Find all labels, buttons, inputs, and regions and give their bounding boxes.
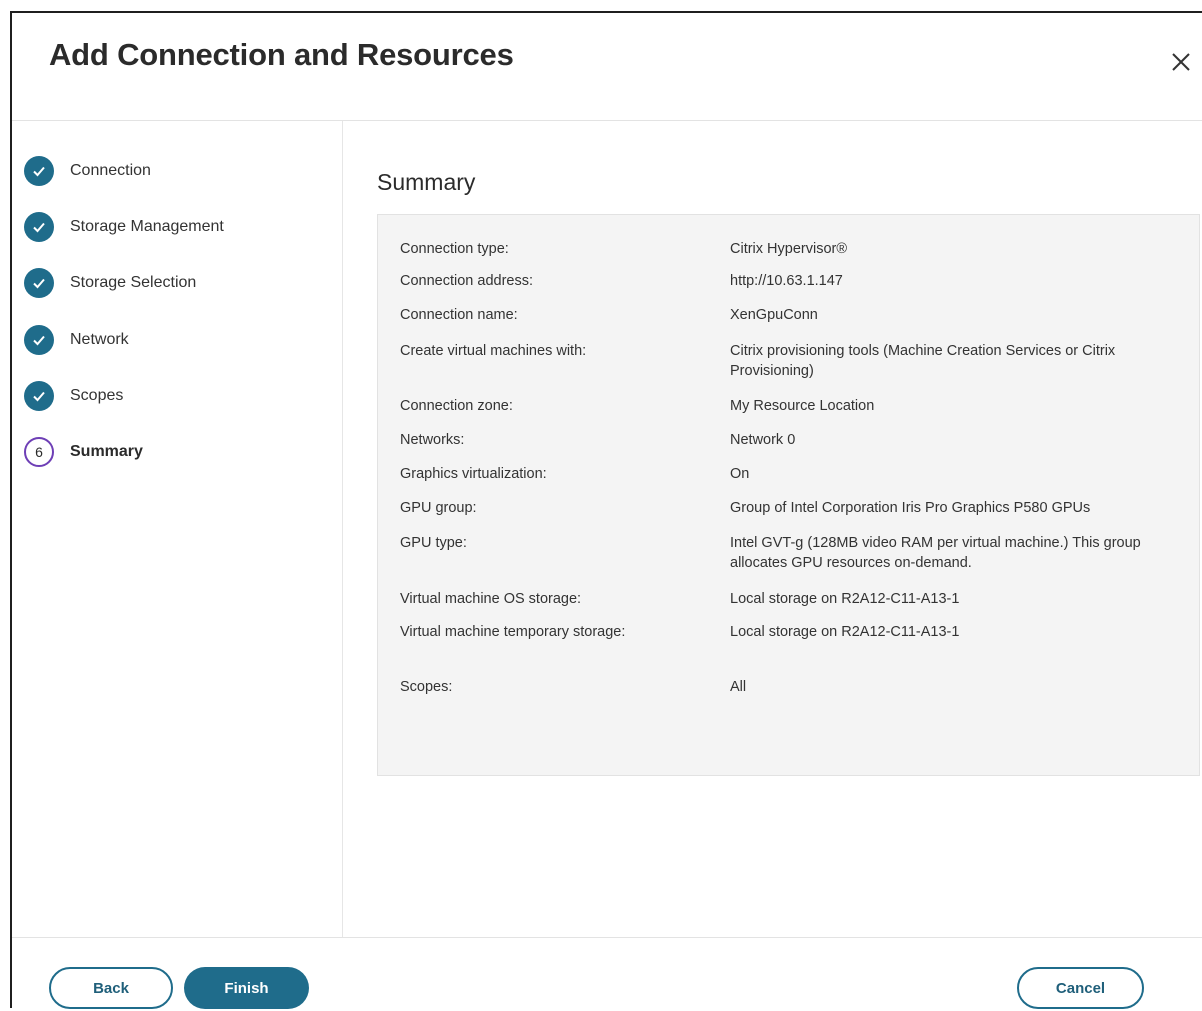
- step-summary[interactable]: 6 Summary: [24, 437, 143, 467]
- summary-key: Connection type:: [400, 241, 509, 257]
- dialog-title: Add Connection and Resources: [49, 37, 514, 72]
- back-button[interactable]: Back: [49, 967, 173, 1009]
- summary-key: GPU type:: [400, 535, 467, 551]
- summary-key: Connection zone:: [400, 398, 513, 414]
- step-connection[interactable]: Connection: [24, 156, 151, 186]
- dialog-header: Add Connection and Resources: [12, 13, 1202, 121]
- step-label: Network: [70, 331, 129, 348]
- dialog-footer: Back Finish Cancel: [12, 937, 1202, 1011]
- summary-key: Networks:: [400, 432, 465, 448]
- check-circle-icon: [24, 156, 54, 186]
- cancel-button[interactable]: Cancel: [1017, 967, 1144, 1009]
- summary-key: Connection address:: [400, 273, 533, 289]
- summary-key: Graphics virtualization:: [400, 466, 547, 482]
- summary-value: All: [730, 679, 747, 695]
- summary-value: On: [730, 466, 750, 482]
- summary-value: http://10.63.1.147: [730, 273, 843, 289]
- summary-key: GPU group:: [400, 500, 477, 516]
- summary-key: Connection name:: [400, 307, 518, 323]
- summary-value: XenGpuConn: [730, 307, 818, 323]
- step-network[interactable]: Network: [24, 325, 129, 355]
- summary-panel: Summary Connection type: Citrix Hypervis…: [343, 121, 1202, 937]
- step-number-badge: 6: [24, 437, 54, 467]
- step-label: Summary: [70, 443, 143, 460]
- summary-value: Intel GVT-g (128MB video RAM per virtual…: [730, 535, 1141, 571]
- summary-key: Scopes:: [400, 679, 453, 695]
- step-label: Scopes: [70, 387, 124, 404]
- summary-value: Local storage on R2A12-C11-A13-1: [730, 624, 960, 640]
- add-connection-dialog: Add Connection and Resources Connection …: [10, 11, 1202, 1011]
- check-circle-icon: [24, 268, 54, 298]
- summary-value: Network 0: [730, 432, 796, 448]
- summary-box: Connection type: Citrix Hypervisor® Conn…: [377, 214, 1200, 776]
- wizard-steps-sidebar: Connection Storage Management Storage Se…: [12, 121, 343, 937]
- step-label: Storage Management: [70, 218, 224, 235]
- step-scopes[interactable]: Scopes: [24, 381, 123, 411]
- summary-value: Citrix provisioning tools (Machine Creat…: [730, 343, 1116, 379]
- summary-key: Create virtual machines with:: [400, 343, 587, 359]
- summary-key: Virtual machine OS storage:: [400, 591, 582, 607]
- summary-value: Group of Intel Corporation Iris Pro Grap…: [730, 500, 1091, 516]
- summary-key: Virtual machine temporary storage:: [400, 624, 626, 640]
- section-title: Summary: [377, 169, 476, 195]
- check-circle-icon: [24, 212, 54, 242]
- step-storage-selection[interactable]: Storage Selection: [24, 268, 196, 298]
- step-label: Storage Selection: [70, 274, 197, 291]
- summary-value: Local storage on R2A12-C11-A13-1: [730, 591, 960, 607]
- step-label: Connection: [70, 162, 151, 179]
- check-circle-icon: [24, 325, 54, 355]
- summary-value: My Resource Location: [730, 398, 875, 414]
- close-icon: [1172, 53, 1190, 71]
- finish-button[interactable]: Finish: [184, 967, 309, 1009]
- step-storage-management[interactable]: Storage Management: [24, 212, 224, 242]
- check-circle-icon: [24, 381, 54, 411]
- summary-value: Citrix Hypervisor®: [730, 241, 848, 257]
- close-button[interactable]: [1168, 49, 1194, 75]
